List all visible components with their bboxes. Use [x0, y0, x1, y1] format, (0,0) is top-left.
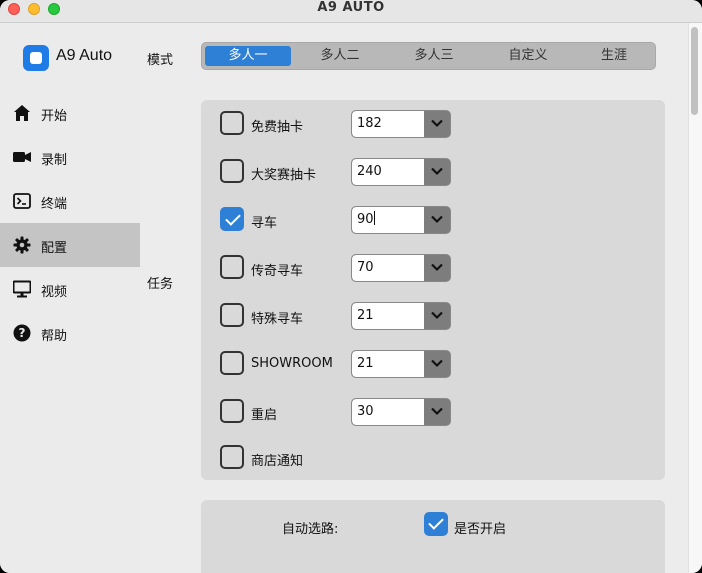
sidebar-item-config[interactable]: 配置: [0, 223, 140, 267]
mode-option-career[interactable]: 生涯: [577, 46, 651, 66]
dropdown-button[interactable]: [424, 255, 450, 281]
title-bar: A9 AUTO: [0, 0, 702, 23]
mode-option-multi-3[interactable]: 多人三: [389, 46, 479, 66]
mode-label: 模式: [147, 53, 174, 68]
task-checkbox[interactable]: [220, 207, 244, 231]
task-name: 传奇寻车: [251, 264, 304, 279]
dropdown-button[interactable]: [424, 351, 450, 377]
app-logo-icon: [23, 45, 49, 71]
chevron-down-icon: [431, 215, 443, 224]
sidebar-item-label: 终端: [41, 197, 68, 212]
task-value-input[interactable]: 240: [352, 159, 424, 185]
task-row-free-draw: 免费抽卡 182: [201, 100, 665, 148]
task-value-input[interactable]: 30: [352, 399, 424, 425]
sidebar-item-help[interactable]: ? 帮助: [0, 311, 140, 355]
sidebar-item-label: 开始: [41, 109, 68, 124]
task-value-combo[interactable]: 90: [351, 206, 451, 234]
sidebar-item-label: 录制: [41, 153, 68, 168]
tasks-label: 任务: [147, 277, 174, 292]
vertical-scrollbar[interactable]: [688, 23, 702, 573]
scrollbar-thumb[interactable]: [691, 27, 698, 115]
task-row-grand-prix-draw: 大奖赛抽卡 240: [201, 148, 665, 196]
home-icon: [14, 105, 30, 121]
task-checkbox[interactable]: [220, 399, 244, 423]
task-name: 大奖赛抽卡: [251, 168, 317, 183]
task-value-combo[interactable]: 21: [351, 350, 451, 378]
chevron-down-icon: [431, 359, 443, 368]
task-checkbox[interactable]: [220, 303, 244, 327]
task-value-combo[interactable]: 70: [351, 254, 451, 282]
config-content: 模式 多人一 多人二 多人三 自定义 生涯 任务 免费抽卡 182 大奖赛抽卡 …: [140, 23, 688, 573]
app-name: A9 Auto: [56, 47, 113, 64]
chevron-down-icon: [431, 311, 443, 320]
sidebar-item-label: 视频: [41, 285, 68, 300]
task-name: 特殊寻车: [251, 312, 304, 327]
task-value-input[interactable]: 182: [352, 111, 424, 137]
task-checkbox[interactable]: [220, 445, 244, 469]
dropdown-button[interactable]: [424, 159, 450, 185]
task-checkbox[interactable]: [220, 351, 244, 375]
app-window: A9 AUTO A9 Auto 开始 录制 终端 配置 视频 ? 帮助 模式 多…: [0, 0, 702, 573]
auto-route-checkbox-label: 是否开启: [454, 522, 507, 537]
mode-option-multi-1[interactable]: 多人一: [205, 46, 291, 66]
chevron-down-icon: [431, 263, 443, 272]
chevron-down-icon: [431, 167, 443, 176]
tasks-panel: 免费抽卡 182 大奖赛抽卡 240 寻车 90 传奇寻车 70 特殊寻车 21…: [201, 100, 665, 480]
task-value-combo[interactable]: 182: [351, 110, 451, 138]
sidebar-item-record[interactable]: 录制: [0, 135, 140, 179]
mode-segmented-control: 多人一 多人二 多人三 自定义 生涯: [201, 42, 656, 70]
auto-route-checkbox[interactable]: [424, 512, 448, 536]
task-row-legendary-hunt: 传奇寻车 70: [201, 244, 665, 292]
mode-option-custom[interactable]: 自定义: [483, 46, 573, 66]
auto-route-label: 自动选路:: [282, 522, 339, 537]
sidebar: A9 Auto 开始 录制 终端 配置 视频 ? 帮助: [0, 23, 140, 573]
task-row-shop-notify: 商店通知: [201, 434, 665, 482]
task-value-combo[interactable]: 240: [351, 158, 451, 186]
task-value-combo[interactable]: 30: [351, 398, 451, 426]
task-row-special-hunt: 特殊寻车 21: [201, 292, 665, 340]
dropdown-button[interactable]: [424, 111, 450, 137]
task-row-showroom: SHOWROOM 21: [201, 340, 665, 388]
dropdown-button[interactable]: [424, 207, 450, 233]
sidebar-item-label: 帮助: [41, 329, 68, 344]
task-row-restart: 重启 30: [201, 388, 665, 436]
task-name: 寻车: [251, 216, 278, 231]
task-checkbox[interactable]: [220, 159, 244, 183]
text-cursor: [373, 211, 375, 225]
task-value-combo[interactable]: 21: [351, 302, 451, 330]
camera-icon: [13, 152, 31, 162]
sidebar-item-label: 配置: [41, 241, 68, 256]
task-name: 免费抽卡: [251, 120, 304, 135]
dropdown-button[interactable]: [424, 303, 450, 329]
chevron-down-icon: [431, 407, 443, 416]
chevron-down-icon: [431, 119, 443, 128]
mode-option-multi-2[interactable]: 多人二: [295, 46, 385, 66]
gear-icon: [13, 236, 31, 254]
svg-text:?: ?: [19, 326, 26, 340]
task-value-input[interactable]: 90: [352, 207, 424, 233]
task-row-car-hunt: 寻车 90: [201, 196, 665, 244]
terminal-icon: [13, 193, 31, 209]
dropdown-button[interactable]: [424, 399, 450, 425]
monitor-icon: [13, 280, 31, 298]
task-name: 重启: [251, 408, 278, 423]
window-title: A9 AUTO: [317, 0, 385, 15]
task-checkbox[interactable]: [220, 111, 244, 135]
sidebar-item-video[interactable]: 视频: [0, 267, 140, 311]
task-value-input[interactable]: 21: [352, 303, 424, 329]
sidebar-item-terminal[interactable]: 终端: [0, 179, 140, 223]
task-checkbox[interactable]: [220, 255, 244, 279]
help-icon: ?: [13, 324, 31, 342]
task-name: 商店通知: [251, 454, 304, 469]
task-value-input[interactable]: 21: [352, 351, 424, 377]
task-value-text: 90: [357, 212, 374, 227]
sidebar-item-start[interactable]: 开始: [0, 91, 140, 135]
task-name: SHOWROOM: [251, 356, 333, 371]
task-value-input[interactable]: 70: [352, 255, 424, 281]
auto-route-panel: 自动选路: 是否开启: [201, 500, 665, 573]
